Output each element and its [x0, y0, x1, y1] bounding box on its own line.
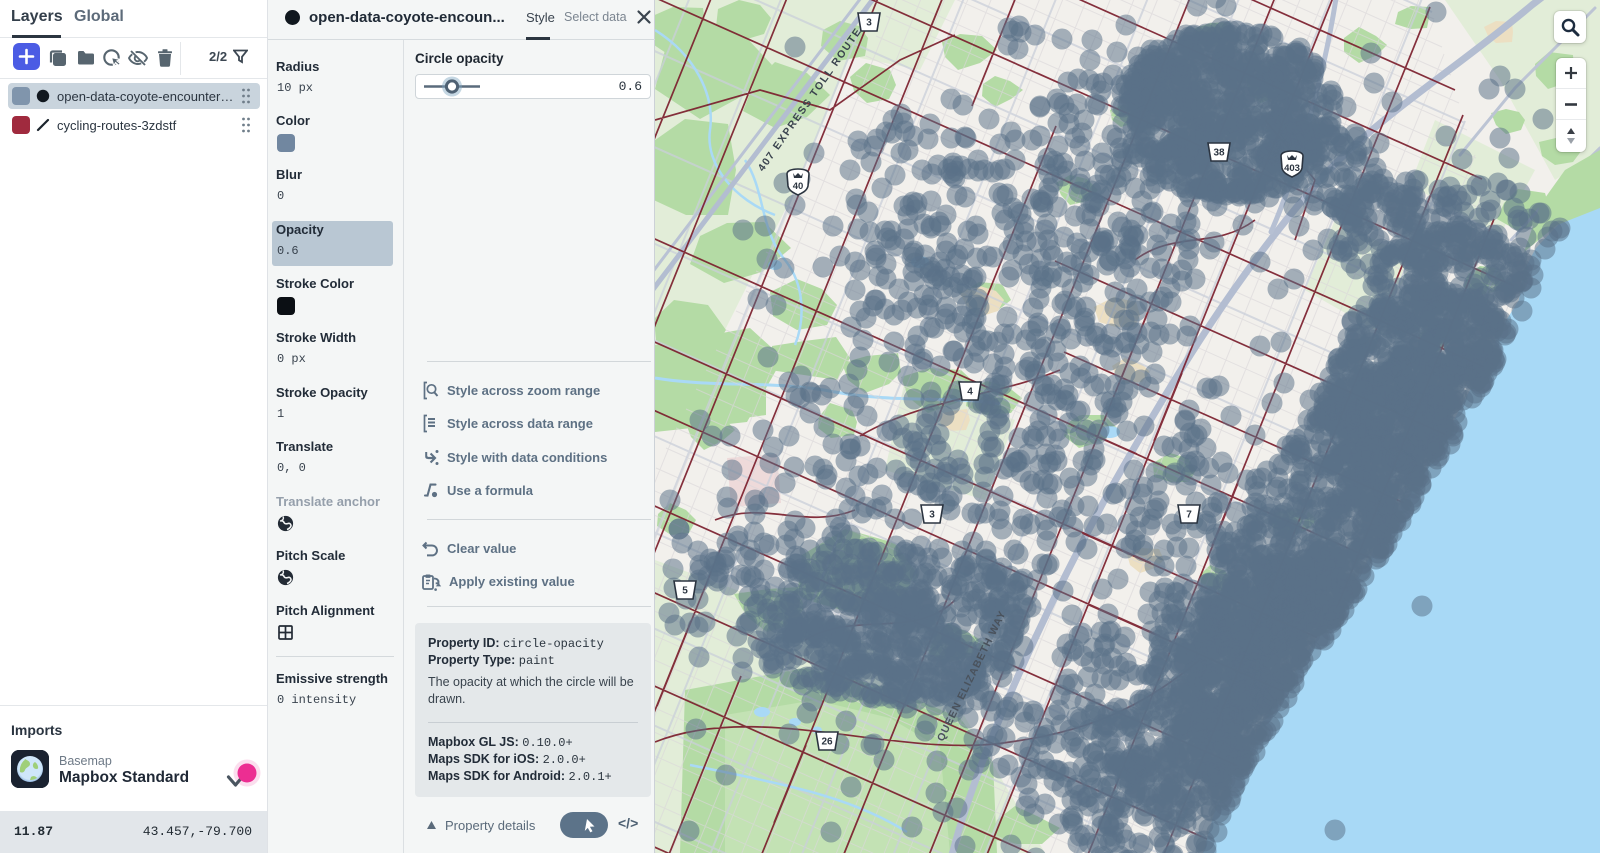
svg-text:26: 26: [821, 737, 833, 748]
svg-text:7: 7: [1186, 510, 1192, 521]
svg-text:403: 403: [1284, 163, 1300, 174]
svg-text:4: 4: [967, 387, 973, 398]
svg-text:5: 5: [682, 586, 688, 597]
svg-text:3: 3: [866, 18, 872, 29]
svg-text:38: 38: [1213, 148, 1225, 159]
svg-text:3: 3: [929, 510, 935, 521]
svg-text:40: 40: [793, 181, 804, 192]
